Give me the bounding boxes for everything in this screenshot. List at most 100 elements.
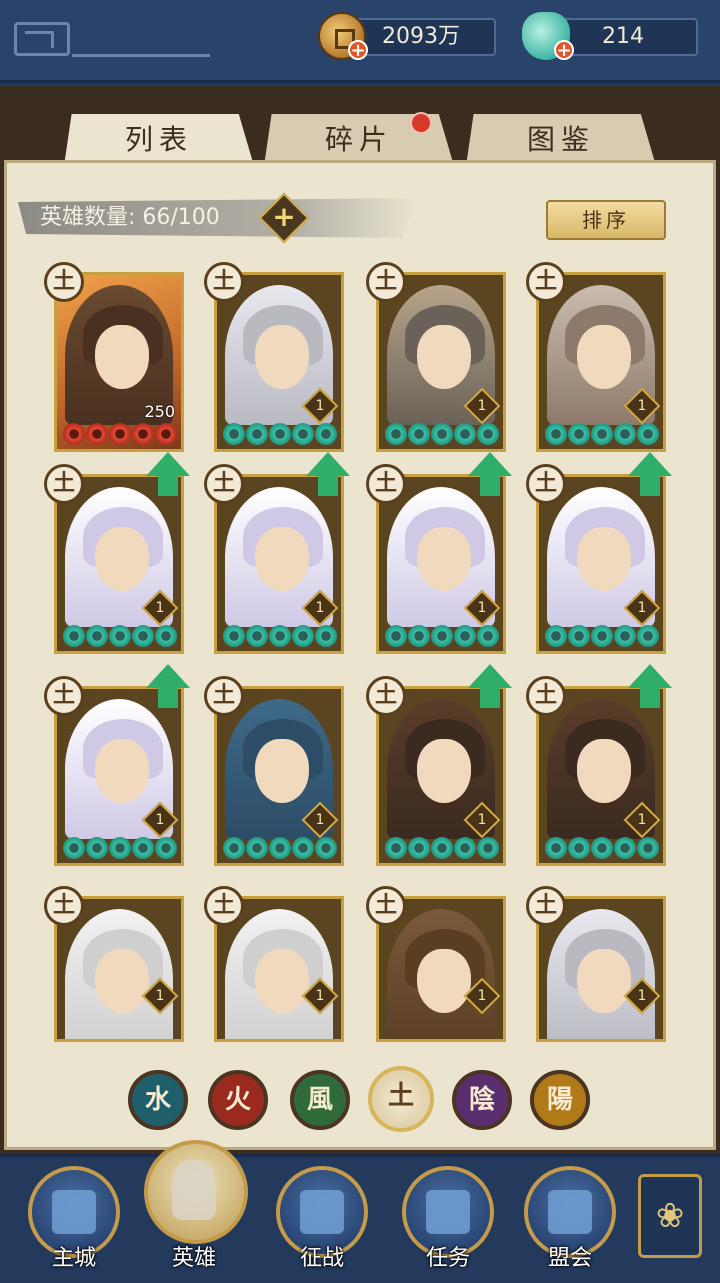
star-icon bbox=[568, 423, 590, 445]
element-filter-fire-button[interactable]: 火 bbox=[208, 1070, 268, 1130]
hero-level: 250 bbox=[144, 402, 175, 421]
tab-list-label: 列表 bbox=[124, 123, 193, 156]
star-icon bbox=[545, 423, 567, 445]
star-icon bbox=[86, 837, 108, 859]
hero-level: 1 bbox=[155, 988, 165, 1004]
star-icon bbox=[408, 625, 430, 647]
star-icon bbox=[246, 837, 268, 859]
star-icon bbox=[477, 423, 499, 445]
star-icon bbox=[155, 423, 177, 445]
star-icon bbox=[614, 625, 636, 647]
element-filter-water-button[interactable]: 水 bbox=[128, 1070, 188, 1130]
element-earth-icon: 土 bbox=[44, 676, 84, 716]
hero-level: 1 bbox=[637, 398, 647, 414]
nav-label: 征战 bbox=[299, 1246, 344, 1271]
star-icon bbox=[477, 625, 499, 647]
element-earth-icon: 土 bbox=[204, 886, 244, 926]
element-filter-yin-button[interactable]: 陰 bbox=[452, 1070, 512, 1130]
upgrade-arrow-icon bbox=[306, 452, 350, 496]
scroll-icon bbox=[426, 1190, 470, 1234]
element-filter-wind-button[interactable]: 風 bbox=[290, 1070, 350, 1130]
decoration-line bbox=[72, 54, 210, 57]
hero-level: 1 bbox=[477, 398, 487, 414]
hero-silver-hair-scholar-portrait bbox=[547, 909, 655, 1039]
coin-counter: 2093万 bbox=[346, 18, 496, 56]
add-jade-button[interactable]: + bbox=[554, 40, 574, 60]
nav-label: 主城 bbox=[51, 1246, 96, 1271]
star-icon bbox=[109, 625, 131, 647]
star-icon bbox=[109, 423, 131, 445]
star-icon bbox=[431, 837, 453, 859]
hero-star-rating bbox=[63, 837, 177, 859]
star-icon bbox=[132, 423, 154, 445]
hero-face bbox=[417, 527, 471, 591]
hero-level: 1 bbox=[637, 600, 647, 616]
hero-old-monk-portrait bbox=[225, 909, 333, 1039]
tab-codex-label: 图鉴 bbox=[526, 123, 595, 156]
star-icon bbox=[431, 625, 453, 647]
star-icon bbox=[292, 625, 314, 647]
upgrade-arrow-icon bbox=[628, 664, 672, 708]
star-icon bbox=[223, 423, 245, 445]
pavilion-icon bbox=[548, 1190, 592, 1234]
star-icon bbox=[155, 837, 177, 859]
star-icon bbox=[637, 423, 659, 445]
tab-codex[interactable]: 图鉴 bbox=[466, 114, 656, 166]
hero-face bbox=[255, 527, 309, 591]
star-icon bbox=[223, 837, 245, 859]
hero-level: 1 bbox=[315, 988, 325, 1004]
star-icon bbox=[315, 625, 337, 647]
hero-face bbox=[577, 739, 631, 803]
star-icon bbox=[431, 423, 453, 445]
star-icon bbox=[155, 625, 177, 647]
star-icon bbox=[477, 837, 499, 859]
palace-icon bbox=[52, 1190, 96, 1234]
element-earth-icon: 土 bbox=[44, 464, 84, 504]
star-icon bbox=[246, 625, 268, 647]
star-icon bbox=[614, 837, 636, 859]
element-earth-icon: 土 bbox=[366, 676, 406, 716]
hero-face bbox=[577, 325, 631, 389]
element-earth-icon: 土 bbox=[526, 676, 566, 716]
star-icon bbox=[223, 625, 245, 647]
hero-level: 1 bbox=[155, 600, 165, 616]
hero-face bbox=[255, 949, 309, 1013]
sort-button[interactable]: 排序 bbox=[546, 200, 666, 240]
nav-label: 英雄 bbox=[171, 1246, 216, 1271]
hero-level: 1 bbox=[477, 812, 487, 828]
coin-amount: 2093万 bbox=[382, 24, 460, 49]
star-icon bbox=[408, 423, 430, 445]
element-earth-icon: 土 bbox=[366, 886, 406, 926]
star-icon bbox=[591, 625, 613, 647]
hero-face bbox=[417, 325, 471, 389]
menu-button[interactable]: ❀ bbox=[638, 1174, 702, 1258]
tab-fragments-label: 碎片 bbox=[324, 123, 393, 156]
hero-face bbox=[577, 949, 631, 1013]
star-icon bbox=[637, 837, 659, 859]
add-coins-button[interactable]: + bbox=[348, 40, 368, 60]
star-icon bbox=[269, 423, 291, 445]
nav-label: 任务 bbox=[425, 1246, 470, 1271]
notification-dot bbox=[410, 112, 432, 134]
hero-star-rating bbox=[545, 423, 659, 445]
element-filter-yang-button[interactable]: 陽 bbox=[530, 1070, 590, 1130]
element-earth-icon: 土 bbox=[366, 262, 406, 302]
vase-icon bbox=[300, 1190, 344, 1234]
hero-level: 1 bbox=[637, 812, 647, 828]
star-icon bbox=[63, 625, 85, 647]
hero-level: 1 bbox=[315, 600, 325, 616]
hero-face bbox=[417, 949, 471, 1013]
hero-level: 1 bbox=[477, 988, 487, 1004]
hero-old-monk-portrait bbox=[65, 909, 173, 1039]
upgrade-arrow-icon bbox=[146, 452, 190, 496]
star-icon bbox=[454, 423, 476, 445]
element-filter-earth-button[interactable]: 土 bbox=[368, 1066, 434, 1132]
star-icon bbox=[86, 625, 108, 647]
hero-face bbox=[255, 325, 309, 389]
hero-count-label: 英雄数量: 66/100 bbox=[40, 205, 220, 230]
star-icon bbox=[385, 423, 407, 445]
tab-list[interactable]: 列表 bbox=[64, 114, 254, 166]
star-icon bbox=[545, 625, 567, 647]
hero-level: 1 bbox=[155, 812, 165, 828]
hero-star-rating bbox=[223, 837, 337, 859]
